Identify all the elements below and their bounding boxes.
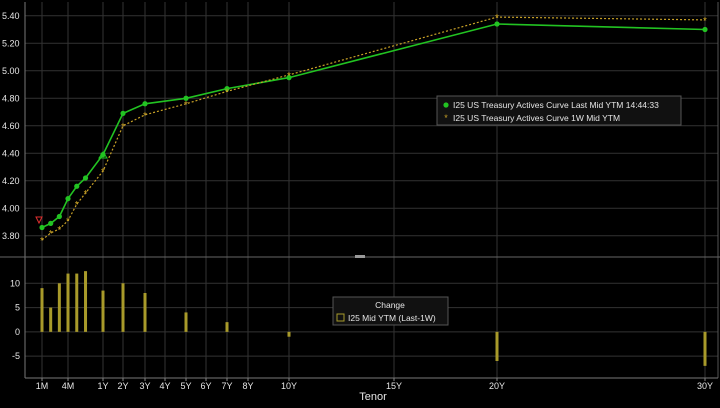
legend-star-icon: * <box>444 113 448 123</box>
x-tick-label: 1M <box>36 381 49 391</box>
x-tick-label: 7Y <box>221 381 232 391</box>
series-point-1w: * <box>495 13 499 24</box>
main-legend: * I25 US Treasury Actives Curve Last Mid… <box>436 95 682 126</box>
legend-label-last: I25 US Treasury Actives Curve Last Mid Y… <box>453 100 659 110</box>
x-tick-label: 15Y <box>386 381 402 391</box>
change-bar <box>49 307 53 332</box>
panel-splitter-handle <box>355 255 365 258</box>
series-point-1w: * <box>101 167 105 178</box>
change-bar <box>121 283 125 332</box>
x-tick-label: 5Y <box>180 381 191 391</box>
y-tick-label: 4.40 <box>2 148 20 158</box>
series-point-last <box>82 175 89 181</box>
series-point-1w: * <box>121 122 125 133</box>
change-bar <box>57 283 61 332</box>
series-point-last <box>120 110 126 116</box>
series-point-1w: * <box>84 189 88 200</box>
x-tick-label: 6Y <box>200 381 211 391</box>
series-point-1w: * <box>287 71 291 82</box>
change-bar <box>101 290 105 332</box>
change-legend: Change I25 Mid YTM (Last-1W) <box>332 296 449 326</box>
change-legend-label: I25 Mid YTM (Last-1W) <box>348 313 436 323</box>
x-tick-label: 30Y <box>697 381 713 391</box>
change-bar <box>84 271 88 332</box>
x-tick-label: 20Y <box>489 381 505 391</box>
legend-label-1w: I25 US Treasury Actives Curve 1W Mid YTM <box>453 113 620 123</box>
series-point-1w: * <box>225 87 229 98</box>
y-tick-label: 5.40 <box>2 11 20 21</box>
series-point-1w: * <box>57 225 61 236</box>
change-y-tick-label: 10 <box>10 278 20 288</box>
y-tick-label: 4.00 <box>2 203 20 213</box>
series-point-1w: * <box>184 100 188 111</box>
change-y-tick-label: 0 <box>15 327 20 337</box>
series-point-last <box>702 26 708 33</box>
series-point-last <box>56 213 62 220</box>
change-y-tick-label: -5 <box>12 351 20 361</box>
change-bar <box>495 331 499 361</box>
change-bar <box>287 331 291 337</box>
x-axis-title: Tenor <box>359 391 387 403</box>
change-bar <box>703 331 707 366</box>
change-title: Change <box>375 300 405 310</box>
series-point-last <box>74 183 80 189</box>
x-tick-label: 2Y <box>117 381 128 391</box>
change-bar <box>184 312 188 332</box>
y-tick-label: 5.20 <box>2 38 20 48</box>
series-point-1w: * <box>143 111 147 122</box>
series-point-1w: * <box>703 16 707 27</box>
x-tick-label: 3Y <box>139 381 150 391</box>
series-point-1w: * <box>40 236 44 247</box>
series-point-last <box>142 101 148 107</box>
x-tick-label: 10Y <box>281 381 297 391</box>
change-bar <box>225 322 229 332</box>
y-tick-label: 4.60 <box>2 121 20 131</box>
yield-curve-svg: 1M 4M 1Y 2Y 3Y 4Y 5Y 6Y 7Y 8Y 10Y 15Y 20Y 30Y 3.80 4.00… <box>0 0 720 403</box>
change-bar <box>40 288 44 332</box>
x-tick-label: 4Y <box>159 381 170 391</box>
series-point-1w: * <box>49 229 53 240</box>
change-bar <box>75 273 79 332</box>
legend-dot-icon <box>443 102 449 108</box>
y-tick-label: 5.00 <box>2 66 20 76</box>
series-point-1w: * <box>66 217 70 228</box>
x-tick-label: 8Y <box>242 381 253 391</box>
change-bar <box>143 293 147 332</box>
yield-curve-chart: 1M 4M 1Y 2Y 3Y 4Y 5Y 6Y 7Y 8Y 10Y 15Y 20Y 30Y 3.80 4.00… <box>0 0 720 403</box>
series-point-last <box>39 224 45 231</box>
x-tick-label: 4M <box>62 381 75 391</box>
y-tick-label: 3.80 <box>2 231 20 241</box>
change-y-tick-label: 5 <box>15 303 20 313</box>
series-point-last <box>65 196 71 202</box>
series-point-1w: * <box>75 200 79 211</box>
change-bar <box>66 273 70 332</box>
y-tick-label: 4.80 <box>2 93 20 103</box>
y-tick-label: 4.20 <box>2 176 20 186</box>
x-tick-label: 1Y <box>97 381 108 391</box>
series-point-last <box>48 220 54 226</box>
